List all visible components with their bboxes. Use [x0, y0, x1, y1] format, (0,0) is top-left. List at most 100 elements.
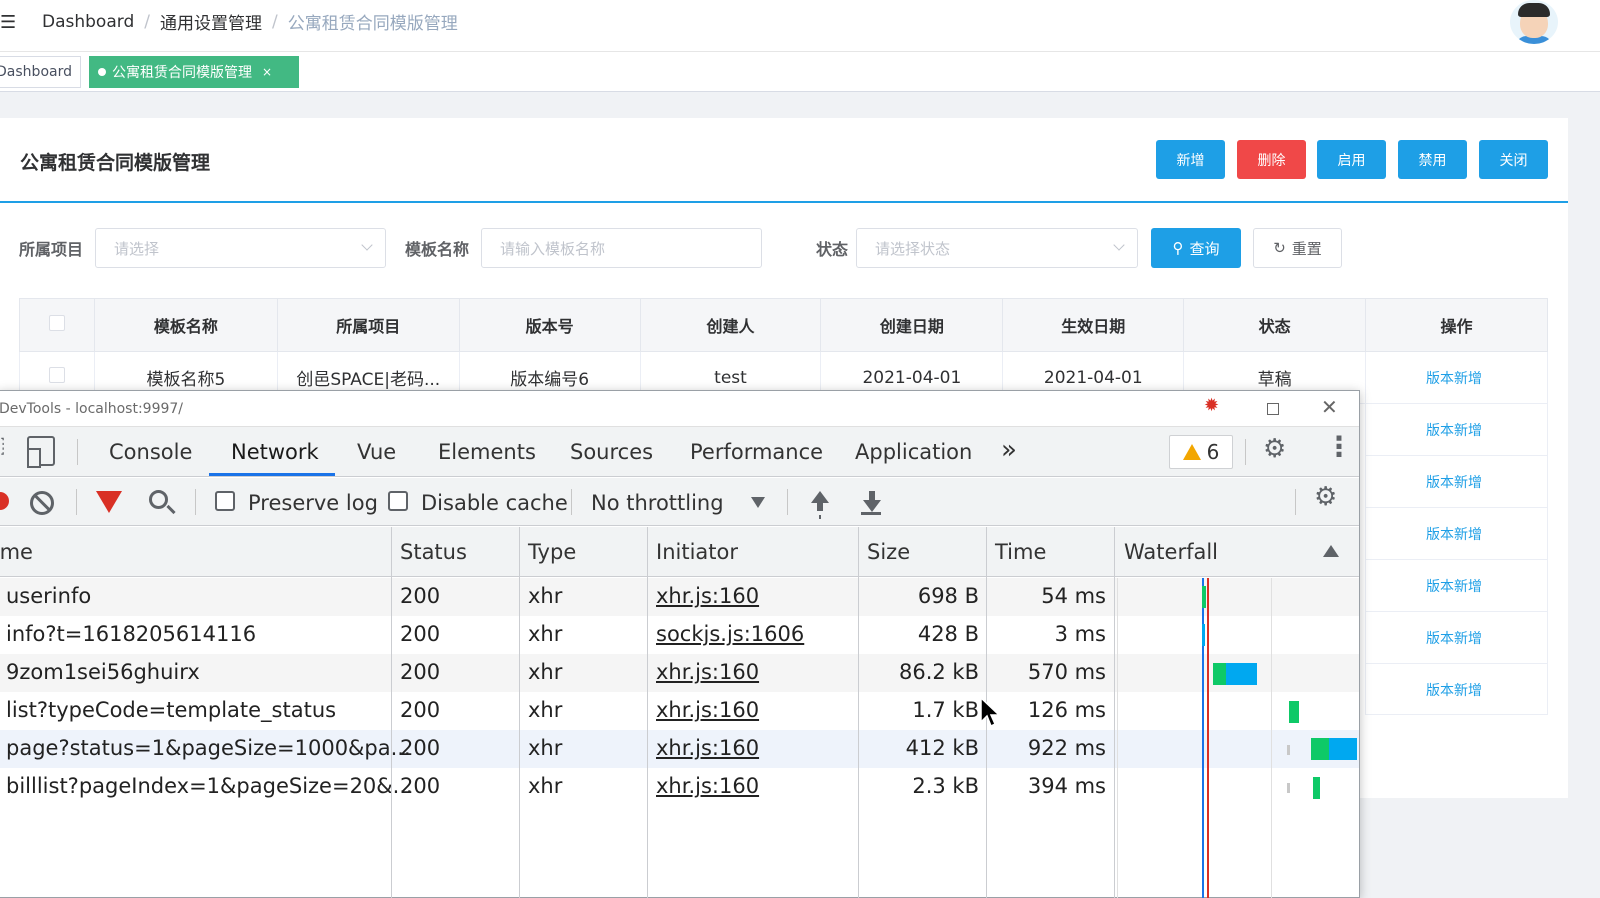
request-initiator[interactable]: xhr.js:160	[656, 584, 759, 608]
device-toolbar-icon[interactable]	[27, 436, 55, 468]
delete-button[interactable]: 删除	[1237, 140, 1306, 179]
divider	[195, 489, 196, 515]
column-time[interactable]: Time	[995, 540, 1046, 564]
request-size: 428 B	[917, 622, 979, 646]
import-har-icon[interactable]	[809, 491, 831, 515]
breadcrumb-item-dashboard[interactable]: Dashboard	[42, 12, 134, 32]
hamburger-icon[interactable]: ☰	[0, 12, 16, 33]
column-header[interactable]: 所属项目	[276, 298, 460, 352]
request-initiator[interactable]: xhr.js:160	[656, 774, 759, 798]
tab-vue[interactable]: Vue	[357, 440, 396, 464]
avatar[interactable]	[1510, 0, 1558, 44]
column-divider[interactable]	[519, 527, 520, 898]
project-select[interactable]: 请选择	[95, 228, 386, 268]
template-name-input[interactable]: 请输入模板名称	[481, 228, 762, 268]
reset-button[interactable]: ↻ 重置	[1253, 228, 1342, 268]
column-divider[interactable]	[1114, 527, 1115, 898]
tab-sources[interactable]: Sources	[570, 440, 653, 464]
close-button[interactable]: 关闭	[1479, 140, 1548, 179]
preserve-log-label[interactable]: Preserve log	[248, 491, 378, 515]
add-version-link[interactable]: 版本新增	[1426, 420, 1482, 440]
row-divider	[1365, 455, 1548, 456]
record-icon[interactable]	[0, 492, 9, 510]
tab-elements[interactable]: Elements	[438, 440, 536, 464]
clear-icon[interactable]	[30, 491, 54, 515]
column-type[interactable]: Type	[528, 540, 576, 564]
request-initiator[interactable]: xhr.js:160	[656, 698, 759, 722]
tab-console[interactable]: Console	[109, 440, 192, 464]
column-divider[interactable]	[647, 527, 648, 898]
request-row[interactable]: userinfo 200 xhr xhr.js:160 698 B 54 ms	[0, 578, 1359, 616]
more-options-icon[interactable]: ⋮	[1325, 433, 1353, 461]
add-version-link[interactable]: 版本新增	[1426, 628, 1482, 648]
inspect-icon[interactable]: ⬚	[0, 433, 6, 458]
devtools-titlebar[interactable]: DevTools - localhost:9997/ ✹ ✕	[0, 391, 1359, 427]
throttling-select[interactable]: No throttling	[591, 491, 724, 515]
close-icon[interactable]: ✕	[1321, 395, 1338, 419]
column-header[interactable]: 生效日期	[1002, 298, 1185, 352]
disable-cache-label[interactable]: Disable cache	[421, 491, 568, 515]
column-size[interactable]: Size	[867, 540, 910, 564]
query-button[interactable]: ⚲ 查询	[1151, 228, 1241, 268]
add-version-link[interactable]: 版本新增	[1426, 576, 1482, 596]
column-header[interactable]: 创建日期	[820, 298, 1004, 352]
tag-dashboard[interactable]: Dashboard	[0, 56, 81, 88]
tag-current[interactable]: 公寓租赁合同模版管理 ×	[89, 56, 299, 88]
sort-ascending-icon[interactable]	[1323, 545, 1339, 557]
column-name[interactable]: Name	[0, 540, 33, 564]
request-row[interactable]: info?t=1618205614116 200 xhr sockjs.js:1…	[0, 616, 1359, 654]
tab-network[interactable]: Network	[231, 440, 319, 464]
column-initiator[interactable]: Initiator	[656, 540, 738, 564]
waterfall-bar[interactable]	[1289, 701, 1299, 723]
row-checkbox[interactable]	[48, 367, 65, 383]
request-row[interactable]: 9zom1sei56ghuirx 200 xhr xhr.js:160 86.2…	[0, 654, 1359, 692]
filter-icon[interactable]	[96, 491, 122, 513]
tab-performance[interactable]: Performance	[690, 440, 823, 464]
waterfall-bar[interactable]	[1202, 624, 1205, 646]
add-version-link[interactable]: 版本新增	[1426, 524, 1482, 544]
waterfall-bar[interactable]	[1213, 663, 1226, 685]
column-header[interactable]: 版本号	[458, 298, 641, 352]
add-version-link[interactable]: 版本新增	[1426, 472, 1482, 492]
tab-application[interactable]: Application	[855, 440, 972, 464]
preserve-log-checkbox[interactable]	[215, 491, 235, 511]
request-row[interactable]: billlist?pageIndex=1&pageSize=20&... 200…	[0, 768, 1359, 806]
disable-cache-checkbox[interactable]	[388, 491, 408, 511]
column-header[interactable]: 模板名称	[93, 298, 278, 352]
breadcrumb-item-settings[interactable]: 通用设置管理	[160, 9, 262, 34]
status-select[interactable]: 请选择状态	[856, 228, 1138, 268]
waterfall-bar[interactable]	[1311, 738, 1329, 760]
column-header[interactable]: 状态	[1183, 298, 1367, 352]
maximize-icon[interactable]	[1267, 403, 1279, 415]
warnings-badge[interactable]: 6	[1169, 435, 1233, 469]
request-initiator[interactable]: xhr.js:160	[656, 660, 759, 684]
select-all-cell[interactable]	[19, 298, 95, 352]
waterfall-bar[interactable]	[1329, 738, 1357, 760]
tag-label: Dashboard	[0, 64, 72, 80]
chevron-down-icon[interactable]	[751, 497, 765, 508]
add-button[interactable]: 新增	[1156, 140, 1225, 179]
search-icon[interactable]	[149, 490, 168, 509]
column-waterfall[interactable]: Waterfall	[1124, 540, 1218, 564]
disable-button[interactable]: 禁用	[1398, 140, 1467, 179]
request-initiator[interactable]: sockjs.js:1606	[656, 622, 804, 646]
settings-gear-icon[interactable]: ⚙	[1263, 434, 1286, 464]
add-version-link[interactable]: 版本新增	[1426, 368, 1482, 388]
column-divider[interactable]	[858, 527, 859, 898]
waterfall-bar[interactable]	[1226, 663, 1257, 685]
enable-button[interactable]: 启用	[1317, 140, 1386, 179]
waterfall-bar[interactable]	[1202, 586, 1206, 608]
network-settings-icon[interactable]: ⚙	[1314, 482, 1337, 512]
more-tabs-icon[interactable]: »	[1001, 435, 1017, 465]
waterfall-bar[interactable]	[1313, 777, 1320, 799]
request-row[interactable]: list?typeCode=template_status 200 xhr xh…	[0, 692, 1359, 730]
close-icon[interactable]: ×	[262, 65, 272, 79]
column-divider[interactable]	[391, 527, 392, 898]
select-all-checkbox[interactable]	[48, 315, 65, 331]
request-initiator[interactable]: xhr.js:160	[656, 736, 759, 760]
add-version-link[interactable]: 版本新增	[1426, 680, 1482, 700]
column-header[interactable]: 创建人	[639, 298, 822, 352]
template-name-placeholder: 请输入模板名称	[500, 239, 606, 258]
column-status[interactable]: Status	[400, 540, 467, 564]
request-row[interactable]: page?status=1&pageSize=1000&pa... 200 xh…	[0, 730, 1359, 768]
